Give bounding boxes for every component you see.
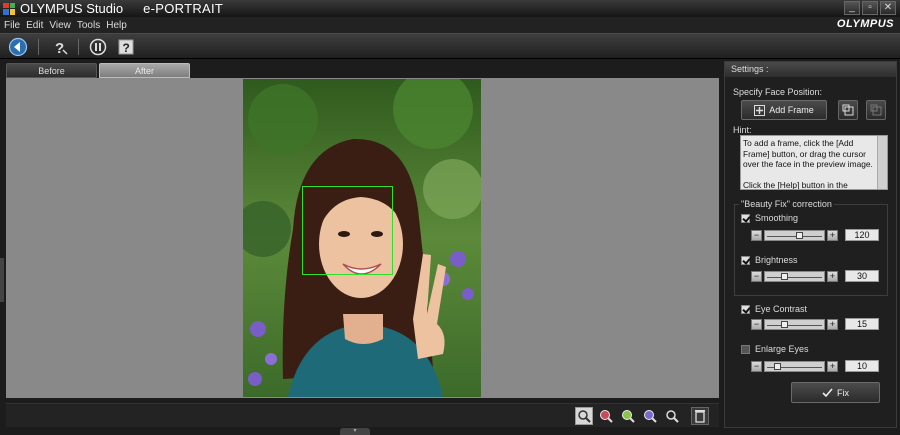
smoothing-decrease-button[interactable]: −	[751, 230, 762, 241]
app-title: OLYMPUS Studio	[20, 1, 124, 16]
info-button[interactable]	[88, 37, 108, 57]
smoothing-thumb[interactable]	[795, 232, 803, 239]
eye-contrast-increase-button[interactable]: +	[827, 319, 838, 330]
smoothing-label: Smoothing	[755, 213, 799, 223]
fix-button[interactable]: Fix	[791, 382, 880, 403]
zoom-out-button[interactable]	[641, 407, 659, 425]
add-frame-icon	[754, 104, 766, 116]
zoom-fit-button[interactable]	[575, 407, 593, 425]
eye-contrast-value[interactable]: 15	[845, 318, 879, 330]
menu-edit[interactable]: Edit	[26, 20, 43, 31]
title-bar: OLYMPUS Studio e-PORTRAIT	[0, 0, 900, 17]
zoom-button[interactable]	[663, 407, 681, 425]
eye-contrast-checkbox[interactable]	[741, 305, 750, 314]
smoothing-checkbox[interactable]	[741, 214, 750, 223]
toolbar-separator	[38, 39, 39, 55]
brightness-checkbox[interactable]	[741, 256, 750, 265]
eye-contrast-decrease-button[interactable]: −	[751, 319, 762, 330]
enlarge-eyes-increase-button[interactable]: +	[827, 361, 838, 372]
help-question-icon: ?	[55, 40, 68, 56]
eye-contrast-track[interactable]	[764, 319, 825, 330]
back-icon	[8, 37, 28, 57]
menu-tools[interactable]: Tools	[77, 20, 100, 31]
eye-contrast-thumb[interactable]	[781, 321, 789, 328]
copy-frame-button[interactable]	[838, 100, 858, 120]
toolbar-separator	[78, 39, 79, 55]
add-frame-label: Add Frame	[769, 105, 814, 115]
preview-area[interactable]	[6, 78, 719, 398]
menu-help[interactable]: Help	[106, 20, 127, 31]
brightness-value[interactable]: 30	[845, 270, 879, 282]
app-logo-icon	[3, 2, 15, 15]
zoom-toolbar	[6, 403, 719, 427]
delete-button[interactable]	[691, 407, 709, 425]
settings-header: Settings :	[725, 62, 896, 77]
hint-box: To add a frame, click the [Add Frame] bu…	[740, 135, 888, 190]
menu-view[interactable]: View	[49, 20, 71, 31]
brightness-slider[interactable]: − +	[751, 271, 839, 283]
zoom-in-icon	[600, 410, 613, 423]
enlarge-eyes-slider[interactable]: − +	[751, 361, 839, 373]
brightness-label: Brightness	[755, 255, 798, 265]
brightness-thumb[interactable]	[781, 273, 789, 280]
enlarge-eyes-decrease-button[interactable]: −	[751, 361, 762, 372]
add-frame-button[interactable]: Add Frame	[741, 100, 827, 120]
hint-text: To add a frame, click the [Add Frame] bu…	[743, 138, 873, 190]
brightness-decrease-button[interactable]: −	[751, 271, 762, 282]
zoom-actual-button[interactable]	[619, 407, 637, 425]
delete-frame-button[interactable]	[866, 100, 886, 120]
eye-contrast-slider[interactable]: − +	[751, 319, 839, 331]
smoothing-value[interactable]: 120	[845, 229, 879, 241]
delete-frame-icon	[870, 104, 882, 116]
eye-contrast-label: Eye Contrast	[755, 304, 808, 314]
enlarge-eyes-checkbox[interactable]	[741, 345, 750, 354]
zoom-in-button[interactable]	[597, 407, 615, 425]
settings-panel: Settings : Specify Face Position: Add Fr…	[724, 61, 897, 428]
view-tabs: Before After	[6, 63, 190, 78]
portrait-photo[interactable]	[243, 79, 481, 397]
brand-logo: OLYMPUS	[836, 18, 894, 30]
help-question-button[interactable]: ?	[50, 37, 70, 57]
svg-text:?: ?	[55, 40, 64, 56]
svg-text:?: ?	[123, 41, 130, 55]
zoom-out-icon	[644, 410, 657, 423]
minimize-button[interactable]: _	[844, 1, 860, 15]
enlarge-eyes-value[interactable]: 10	[845, 360, 879, 372]
close-button[interactable]: ✕	[880, 1, 896, 15]
help-button[interactable]: ?	[116, 37, 136, 57]
module-title: e-PORTRAIT	[143, 1, 224, 16]
back-button[interactable]	[8, 37, 28, 57]
brightness-increase-button[interactable]: +	[827, 271, 838, 282]
tab-before[interactable]: Before	[6, 63, 97, 78]
face-frame[interactable]	[302, 186, 393, 275]
enlarge-eyes-track[interactable]	[764, 361, 825, 372]
hint-label: Hint:	[733, 125, 752, 135]
menu-file[interactable]: File	[4, 20, 20, 31]
smoothing-slider[interactable]: − +	[751, 230, 839, 242]
check-icon	[822, 387, 833, 397]
restore-button[interactable]: ▫	[862, 1, 878, 15]
left-panel-handle[interactable]	[0, 258, 4, 302]
hint-scrollbar[interactable]	[877, 136, 887, 189]
help-icon: ?	[118, 39, 134, 55]
zoom-actual-icon	[622, 410, 635, 423]
trash-icon	[695, 410, 705, 423]
window-controls: _ ▫ ✕	[844, 1, 896, 15]
smoothing-increase-button[interactable]: +	[827, 230, 838, 241]
toolbar: ? ?	[0, 33, 900, 59]
enlarge-eyes-label: Enlarge Eyes	[755, 344, 809, 354]
smoothing-track[interactable]	[764, 230, 825, 241]
zoom-fit-icon	[578, 410, 591, 423]
brightness-track[interactable]	[764, 271, 825, 282]
copy-frame-icon	[842, 104, 854, 116]
zoom-icon	[666, 410, 679, 423]
tab-after[interactable]: After	[99, 63, 190, 78]
face-position-label: Specify Face Position:	[733, 87, 823, 97]
menu-bar: File Edit View Tools Help	[0, 17, 900, 33]
info-icon	[89, 38, 107, 56]
enlarge-eyes-thumb[interactable]	[774, 363, 782, 370]
beauty-fix-label: "Beauty Fix" correction	[739, 199, 834, 209]
fix-label: Fix	[837, 387, 849, 398]
collapse-handle[interactable]: ▾	[340, 428, 370, 435]
